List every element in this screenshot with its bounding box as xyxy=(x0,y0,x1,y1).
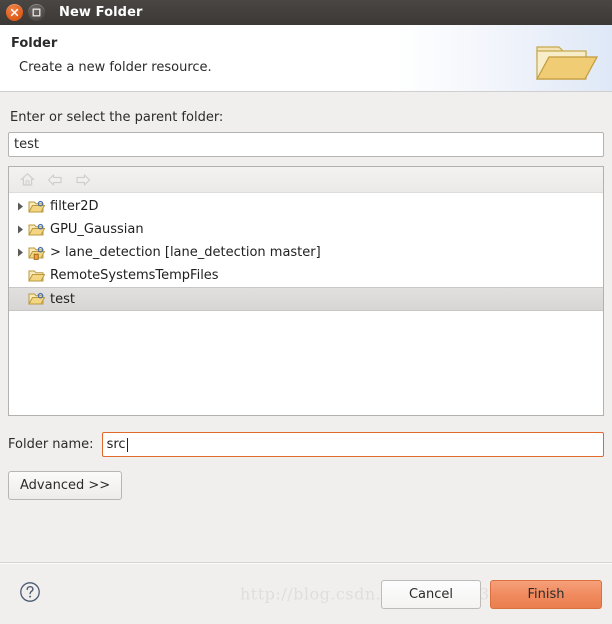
help-icon[interactable] xyxy=(19,581,41,607)
folder-name-value: src xyxy=(106,437,126,452)
dialog-content: Enter or select the parent folder: test xyxy=(0,92,612,562)
tree-row-label: RemoteSystemsTempFiles xyxy=(50,268,219,283)
tree-row-label: test xyxy=(50,291,75,307)
tree-row-label: filter2D xyxy=(50,199,99,214)
forward-arrow-icon[interactable] xyxy=(72,170,94,190)
expand-triangle-icon[interactable] xyxy=(13,225,28,234)
close-icon[interactable] xyxy=(6,4,23,21)
parent-folder-label: Enter or select the parent folder: xyxy=(10,110,224,125)
folder-icon xyxy=(28,223,48,237)
tree-row-label: GPU_Gaussian xyxy=(50,222,144,237)
folder-plain-icon xyxy=(28,269,48,283)
folder-tree[interactable]: filter2D GPU_Gaussian > lane_detection [… xyxy=(9,193,603,415)
window-titlebar: New Folder xyxy=(0,0,612,25)
parent-folder-value: test xyxy=(14,137,39,152)
folder-name-row: Folder name: src xyxy=(8,432,604,457)
tree-row[interactable]: filter2D xyxy=(9,195,603,218)
tree-row-selected[interactable]: test xyxy=(9,287,603,311)
dialog-banner: Folder Create a new folder resource. xyxy=(0,25,612,92)
folder-large-icon xyxy=(533,37,601,91)
advanced-button[interactable]: Advanced >> xyxy=(8,471,123,500)
text-caret xyxy=(126,437,128,452)
banner-description: Create a new folder resource. xyxy=(19,60,212,75)
tree-row-label: > lane_detection [lane_detection master] xyxy=(50,245,321,260)
folder-name-input[interactable]: src xyxy=(101,432,604,457)
tree-row[interactable]: GPU_Gaussian xyxy=(9,218,603,241)
folder-repository-icon xyxy=(28,246,48,260)
finish-button[interactable]: Finish xyxy=(490,579,602,609)
folder-icon xyxy=(28,292,48,306)
cancel-button[interactable]: Cancel xyxy=(381,579,481,609)
folder-name-label: Folder name: xyxy=(8,437,94,452)
folder-tree-panel: filter2D GPU_Gaussian > lane_detection [… xyxy=(8,166,604,416)
footer-button-group: Cancel Finish xyxy=(381,579,602,609)
tree-toolbar xyxy=(9,167,603,193)
expand-triangle-icon[interactable] xyxy=(13,202,28,211)
window-title: New Folder xyxy=(59,5,143,20)
folder-icon xyxy=(28,200,48,214)
back-arrow-icon[interactable] xyxy=(44,170,66,190)
expand-triangle-icon[interactable] xyxy=(13,248,28,257)
banner-title: Folder xyxy=(11,36,58,51)
maximize-icon[interactable] xyxy=(28,4,45,21)
tree-row[interactable]: RemoteSystemsTempFiles xyxy=(9,264,603,287)
tree-row[interactable]: > lane_detection [lane_detection master] xyxy=(9,241,603,264)
parent-folder-input[interactable]: test xyxy=(8,132,604,157)
dialog-footer: http://blog.csdn.net/weixin_36840947 Can… xyxy=(0,564,612,624)
home-icon[interactable] xyxy=(16,170,38,190)
